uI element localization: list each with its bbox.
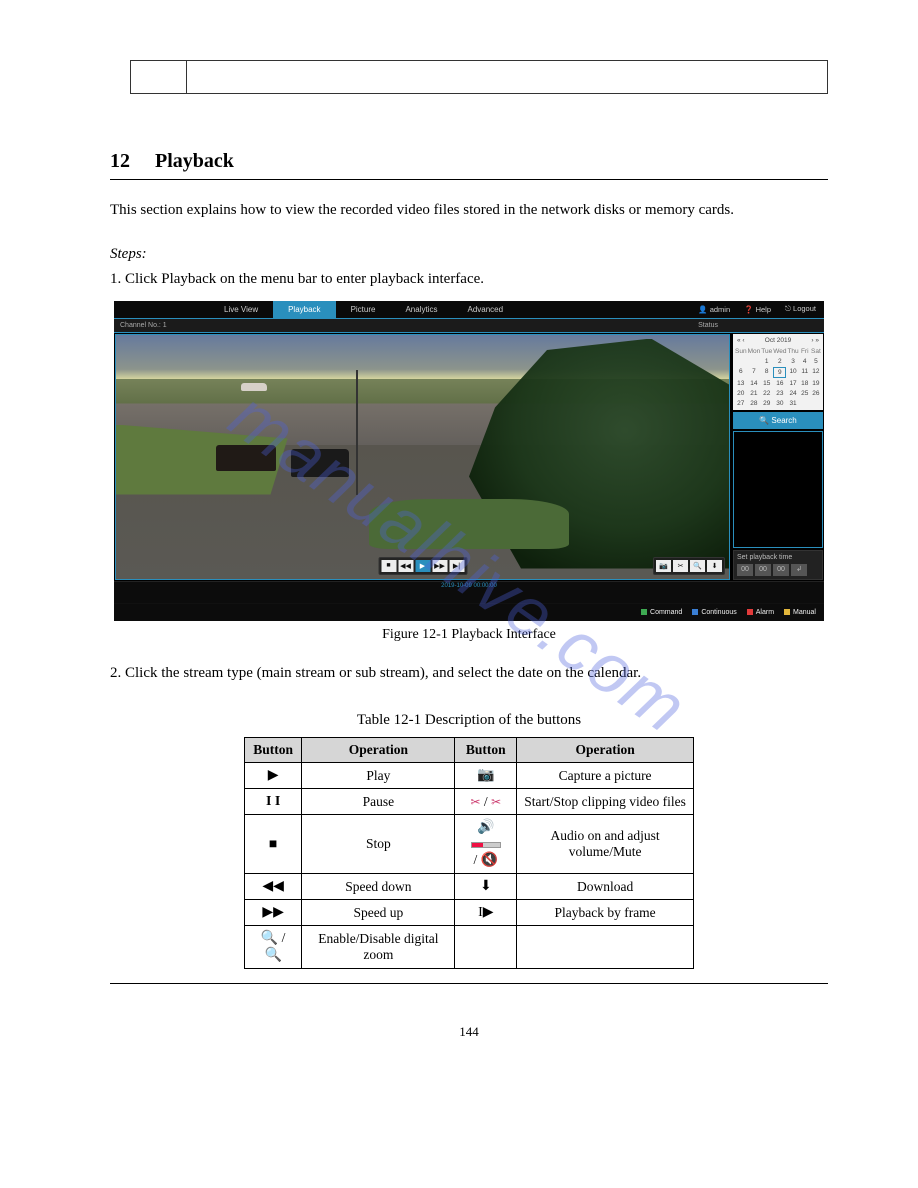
zoom-button[interactable]: 🔍 (690, 560, 705, 572)
section-rule (110, 179, 828, 180)
steps-label: Steps: (110, 246, 828, 263)
help-link[interactable]: ❓ Help (744, 305, 771, 314)
volume-slider-icon (471, 842, 501, 848)
zoom-in-icon: 🔍 (261, 931, 278, 946)
table-row: ■ Stop 🔊 / 🔇 Audio on and adjust volume/… (245, 815, 694, 874)
pause-icon: I I (266, 794, 280, 809)
cal-next[interactable]: › » (811, 337, 819, 344)
page-number: 144 (110, 1024, 828, 1040)
table-row: ▶ Play 📷 Capture a picture (245, 763, 694, 789)
time-go-button[interactable]: ↲ (791, 564, 807, 576)
intro-text: This section explains how to view the re… (110, 200, 828, 222)
side-controls: 📷 ✂ 🔍 ⬇ (653, 557, 725, 575)
cal-selected-day[interactable]: 9 (773, 367, 786, 378)
user-label[interactable]: 👤 admin (698, 305, 730, 314)
footer-rule (110, 983, 828, 984)
capture-button[interactable]: 📷 (656, 560, 671, 572)
tab-live-view[interactable]: Live View (209, 301, 273, 318)
channel-label: Channel No.: 1 (120, 322, 167, 329)
table-row: ▶▶ Speed up I▶ Playback by frame (245, 900, 694, 926)
legend-alarm: Alarm (747, 609, 774, 616)
mute-icon: 🔇 (481, 853, 498, 868)
top-nav: Live View Playback Picture Analytics Adv… (114, 301, 824, 319)
step-1: 1. Click Playback on the menu bar to ent… (110, 269, 828, 291)
calendar[interactable]: « ‹ Oct 2019 › » SunMonTueWedThuFriSat 1… (733, 334, 823, 410)
playback-controls: ■ ◀◀ ▶ ▶▶ ▶| (378, 557, 467, 575)
video-viewport[interactable]: ■ ◀◀ ▶ ▶▶ ▶| 📷 ✂ 🔍 ⬇ (115, 334, 730, 580)
scene-car-1 (216, 445, 276, 471)
audio-on-icon: 🔊 (477, 820, 494, 835)
cal-year: 2019 (777, 337, 791, 344)
user-menu: 👤 admin ❓ Help ⎋ Logout (698, 304, 824, 314)
forward-icon: ▶▶ (262, 905, 284, 920)
button-description-table: Button Operation Button Operation ▶ Play… (244, 737, 694, 969)
cal-prev[interactable]: « ‹ (737, 337, 745, 344)
tab-analytics[interactable]: Analytics (390, 301, 452, 318)
table-row: I I Pause ✂ / ✂ Start/Stop clipping vide… (245, 789, 694, 815)
play-button[interactable]: ▶ (415, 560, 430, 572)
cal-month: Oct (765, 337, 775, 344)
tab-picture[interactable]: Picture (336, 301, 391, 318)
section-title: Playback (130, 150, 234, 173)
download-button[interactable]: ⬇ (707, 560, 722, 572)
step-2-text: Click the stream type (main stream or su… (125, 665, 641, 681)
sub-bar: Channel No.: 1 Status (114, 319, 824, 333)
play-icon: ▶ (268, 768, 279, 783)
th-button-1: Button (245, 738, 302, 763)
section-number: 12 (110, 144, 130, 173)
timeline-timestamp: 2019-10-09 00:00:00 (441, 583, 497, 589)
frame-button[interactable]: ▶| (449, 560, 464, 572)
nav-tabs: Live View Playback Picture Analytics Adv… (209, 301, 518, 318)
header-row-empty (130, 60, 828, 94)
clip-start-icon: ✂ (470, 795, 480, 809)
legend-manual: Manual (784, 609, 816, 616)
figure-label: Figure 12-1 Playback Interface (110, 627, 828, 643)
status-label: Status (698, 322, 818, 329)
tab-advanced[interactable]: Advanced (452, 301, 518, 318)
rewind-icon: ◀◀ (262, 879, 284, 894)
section-heading: 12 Playback (110, 144, 828, 173)
tab-playback[interactable]: Playback (273, 301, 335, 318)
legend-command: Command (641, 609, 682, 616)
time-hh[interactable]: 00 (737, 564, 753, 576)
scene-car-2 (291, 449, 349, 477)
clip-stop-icon: ✂ (491, 795, 501, 809)
logout-link[interactable]: ⎋ Logout (785, 304, 816, 314)
forward-button[interactable]: ▶▶ (432, 560, 447, 572)
th-button-2: Button (455, 738, 517, 763)
side-panel: « ‹ Oct 2019 › » SunMonTueWedThuFriSat 1… (732, 333, 824, 581)
th-operation-1: Operation (302, 738, 455, 763)
frame-step-icon: I▶ (478, 905, 493, 920)
download-icon: ⬇ (480, 879, 492, 894)
clip-button[interactable]: ✂ (673, 560, 688, 572)
legend-continuous: Continuous (692, 609, 736, 616)
side-spacer (733, 431, 823, 548)
zoom-disable-icon: 🔍 (264, 948, 281, 963)
legend: Command Continuous Alarm Manual (114, 603, 824, 621)
rewind-button[interactable]: ◀◀ (398, 560, 413, 572)
scene-grass2 (369, 499, 569, 549)
cal-grid: SunMonTueWedThuFriSat 12345 6789101112 1… (735, 347, 821, 408)
table-row: ◀◀ Speed down ⬇ Download (245, 874, 694, 900)
table-label: Table 12-1 Description of the buttons (110, 712, 828, 729)
step-1-text: Click Playback on the menu bar to enter … (125, 271, 484, 287)
camera-icon: 📷 (477, 768, 494, 783)
table-row: 🔍 / 🔍 Enable/Disable digital zoom (245, 926, 694, 969)
time-ss[interactable]: 00 (773, 564, 789, 576)
search-button[interactable]: 🔍 Search (733, 412, 823, 429)
th-operation-2: Operation (517, 738, 694, 763)
stop-button[interactable]: ■ (381, 560, 396, 572)
set-time-label: Set playback time (737, 554, 792, 561)
scene-pole (356, 370, 358, 495)
step-2: 2. Click the stream type (main stream or… (110, 663, 828, 685)
set-playback-time: Set playback time 00 00 00 ↲ (733, 550, 823, 580)
stop-icon: ■ (269, 837, 277, 852)
timeline[interactable]: 2019-10-09 00:00:00 (114, 581, 824, 603)
time-mm[interactable]: 00 (755, 564, 771, 576)
table-header-row: Button Operation Button Operation (245, 738, 694, 763)
scene-car-bg (241, 383, 267, 391)
playback-interface-screenshot: Live View Playback Picture Analytics Adv… (114, 301, 824, 621)
